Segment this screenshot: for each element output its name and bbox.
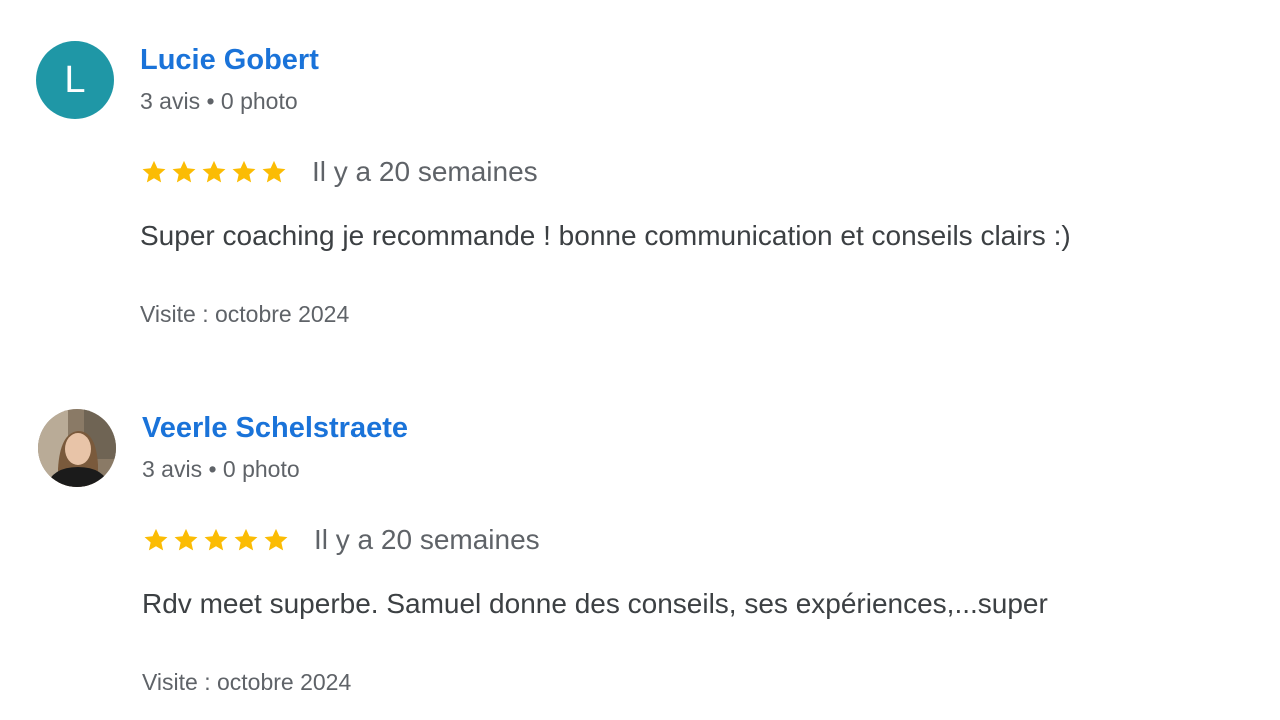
star-icon (264, 528, 288, 551)
star-rating (140, 158, 288, 186)
relative-date: Il y a 20 semaines (312, 156, 538, 187)
star-icon (144, 528, 168, 551)
avatar-letter: L (64, 59, 86, 101)
star-icon (234, 528, 258, 551)
star-icon (202, 160, 226, 183)
relative-date: Il y a 20 semaines (314, 524, 540, 555)
star-icon (172, 160, 196, 183)
rating-row: Il y a 20 semaines (140, 154, 538, 190)
author-meta: 3 avis • 0 photo (142, 456, 300, 482)
star-icon (262, 160, 286, 183)
review-text: Super coaching je recommande ! bonne com… (140, 220, 1071, 251)
star-icon (204, 528, 228, 551)
avatar-photo[interactable] (38, 409, 116, 487)
star-icon (174, 528, 198, 551)
visit-info: Visite : octobre 2024 (140, 301, 350, 327)
avatar-photo-image (38, 409, 116, 487)
review-text: Rdv meet superbe. Samuel donne des conse… (142, 588, 1048, 619)
author-name-link[interactable]: Veerle Schelstraete (142, 412, 408, 445)
avatar[interactable]: L (36, 41, 114, 119)
star-rating (142, 526, 290, 554)
star-icon (232, 160, 256, 183)
author-meta: 3 avis • 0 photo (140, 88, 298, 114)
author-name-link[interactable]: Lucie Gobert (140, 44, 319, 77)
rating-row: Il y a 20 semaines (142, 522, 540, 558)
visit-info: Visite : octobre 2024 (142, 669, 352, 695)
star-icon (142, 160, 166, 183)
